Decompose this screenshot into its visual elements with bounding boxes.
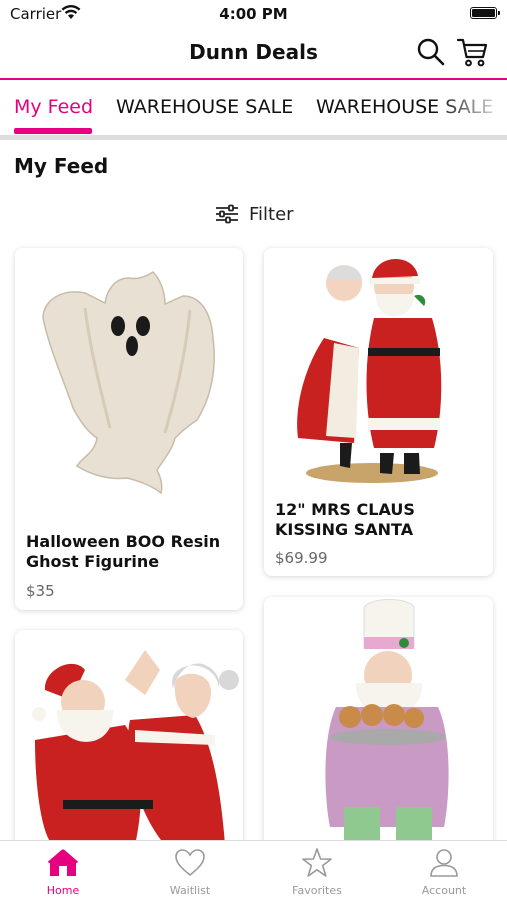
product-card[interactable]: Halloween BOO Resin Ghost Figurine $35 (15, 248, 243, 610)
category-tabs: My Feed WAREHOUSE SALE WAREHOUSE SALE (0, 80, 507, 140)
tab-waitlist-label: Waitlist (169, 884, 211, 897)
star-icon (302, 848, 332, 877)
battery-icon (470, 7, 500, 19)
tab-waitlist[interactable]: Waitlist (127, 841, 253, 900)
tab-account-label: Account (421, 884, 467, 897)
product-name: 12" MRS CLAUS KISSING SANTA (275, 500, 415, 539)
sliders-icon (216, 204, 238, 224)
tab-my-feed[interactable]: My Feed (14, 96, 93, 118)
tabs-fade (437, 80, 507, 134)
product-price: $69.99 (275, 549, 328, 567)
tab-home[interactable]: Home (0, 841, 126, 900)
product-card[interactable]: 12" MRS CLAUS KISSING SANTA $69.99 (264, 248, 493, 576)
bottom-tab-bar: Home Waitlist Favorites Account (0, 840, 507, 900)
status-time: 4:00 PM (219, 5, 288, 23)
tab-account[interactable]: Account (381, 841, 507, 900)
search-icon[interactable] (416, 37, 446, 67)
status-bar: Carrier 4:00 PM (0, 0, 507, 28)
product-image-santa-dancing (32, 650, 239, 845)
section-title: My Feed (14, 154, 109, 178)
cart-icon[interactable] (456, 36, 488, 68)
product-image-ghost (42, 271, 215, 495)
tab-favorites[interactable]: Favorites (254, 841, 380, 900)
product-price: $35 (26, 582, 55, 600)
tab-home-label: Home (46, 884, 80, 897)
nav-bar: Dunn Deals (0, 28, 507, 80)
filter-button[interactable]: Filter (215, 202, 294, 226)
product-name: Halloween BOO Resin Ghost Figurine (26, 532, 221, 571)
tab-warehouse-sale[interactable]: WAREHOUSE SALE (116, 96, 293, 118)
home-icon (47, 849, 79, 876)
tabs-divider (0, 135, 507, 140)
product-image-santa-kissing (297, 258, 442, 483)
product-image-santa-baker (325, 599, 449, 840)
heart-icon (175, 849, 205, 877)
tab-favorites-label: Favorites (292, 884, 342, 897)
filter-label: Filter (249, 203, 294, 225)
active-tab-indicator (14, 128, 92, 134)
user-icon (430, 849, 458, 877)
